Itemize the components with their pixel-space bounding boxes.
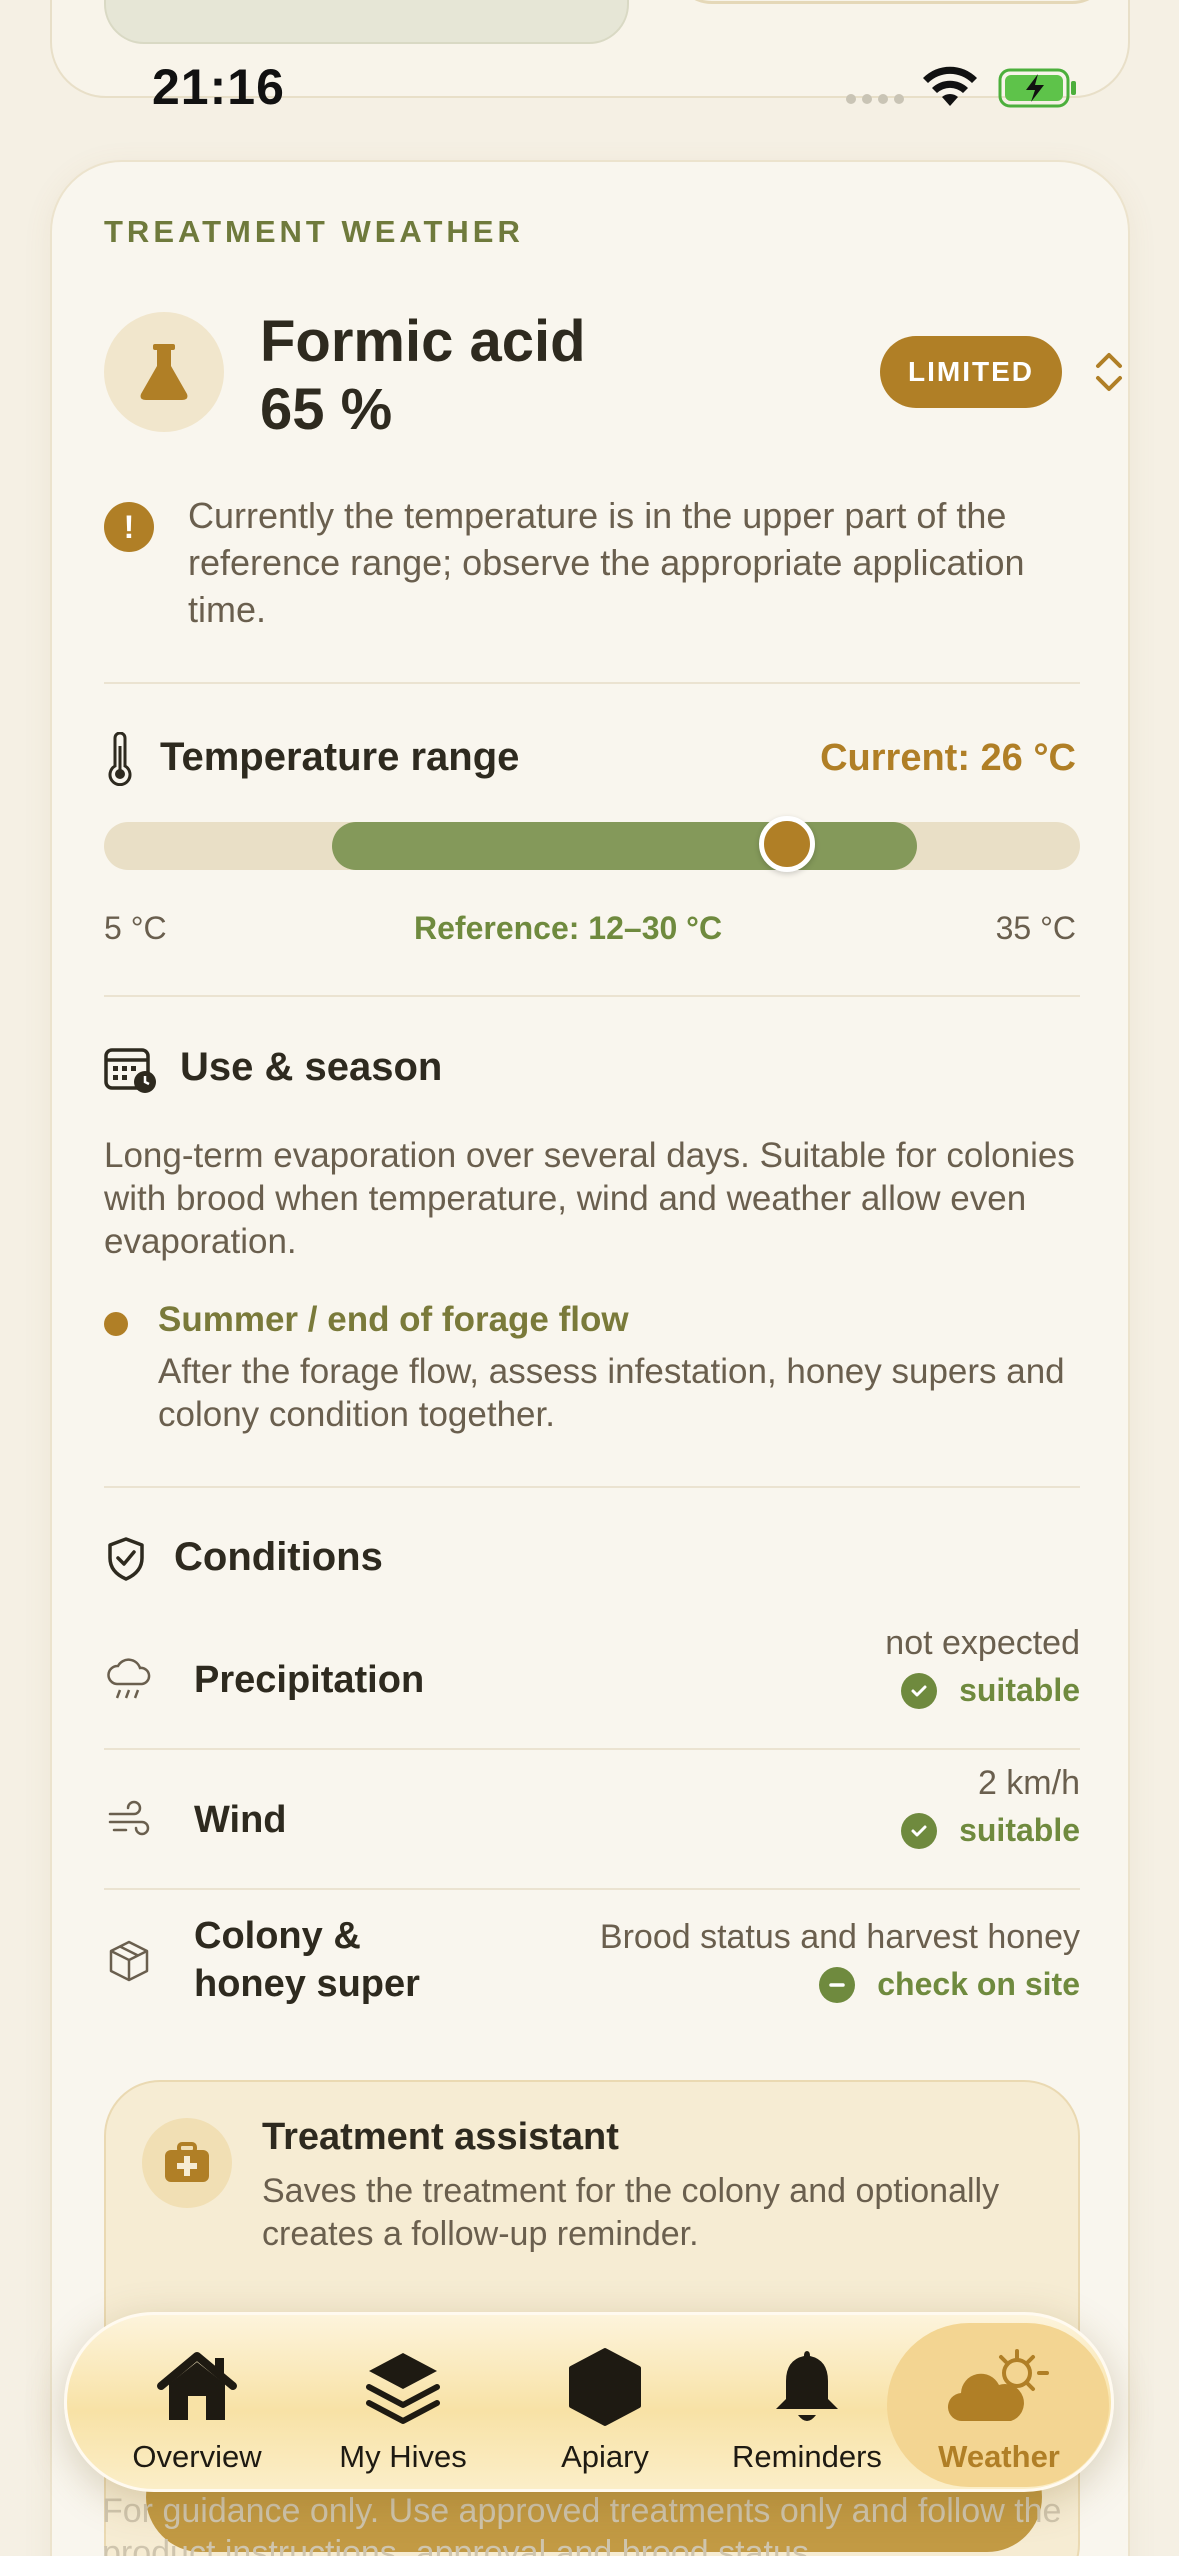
condition-row-precipitation: Precipitation not expected suitable <box>104 1610 1080 1750</box>
sun-cloud-icon <box>947 2337 1051 2437</box>
disclaimer-text: For guidance only. Use approved treatmen… <box>102 2492 1062 2556</box>
rain-cloud-icon <box>107 1658 151 1699</box>
tab-label: Overview <box>132 2439 262 2474</box>
condition-row-wind: Wind 2 km/h suitable <box>104 1750 1080 1890</box>
condition-status: suitable <box>901 1672 1080 1709</box>
previous-card-outline <box>672 0 1112 4</box>
condition-status-text: suitable <box>959 1672 1080 1708</box>
condition-row-colony: Colony & honey super Brood status and ha… <box>104 1890 1080 2030</box>
house-icon <box>155 2337 239 2437</box>
status-bar: 21:16 <box>0 40 1179 130</box>
divider <box>104 1486 1080 1488</box>
checkmark-icon <box>901 1672 938 1709</box>
minus-circle-icon <box>819 1966 856 2003</box>
condition-value: not expected <box>885 1624 1080 1662</box>
section-eyebrow: TREATMENT WEATHER <box>104 214 524 249</box>
first-aid-kit-icon <box>142 2118 232 2208</box>
wind-icon <box>108 1800 150 1836</box>
flask-icon <box>104 312 224 432</box>
condition-status: check on site <box>819 1966 1080 2003</box>
use-description: Long-term evaporation over several days.… <box>104 1136 1075 1261</box>
season-title: Summer / end of forage flow <box>158 1300 629 1339</box>
condition-label: Precipitation <box>194 1659 425 1701</box>
tab-label: Apiary <box>561 2439 649 2474</box>
tab-label: Weather <box>938 2439 1060 2474</box>
use-season-title: Use & season <box>180 1045 443 1089</box>
condition-status-text: check on site <box>877 1966 1080 2002</box>
status-time: 21:16 <box>152 59 285 115</box>
condition-label-line: honey super <box>194 1963 420 2005</box>
bell-icon <box>772 2337 842 2437</box>
current-temperature: Current: 26 °C <box>820 737 1076 779</box>
assistant-title: Treatment assistant <box>262 2116 619 2158</box>
scale-max-label: 35 °C <box>995 910 1076 946</box>
layers-icon <box>363 2337 443 2437</box>
treatment-weather-card: TREATMENT WEATHER Formic acid 65 % LIMIT… <box>50 160 1130 2556</box>
treatment-name: Formic acid <box>260 309 586 374</box>
checkmark-icon <box>901 1812 938 1849</box>
condition-status-text: suitable <box>959 1812 1080 1848</box>
divider <box>104 682 1080 684</box>
tab-reminders[interactable]: Reminders <box>707 2315 907 2495</box>
treatment-title: Formic acid 65 % <box>260 308 586 444</box>
condition-label: Wind <box>194 1799 287 1841</box>
temperature-range-track <box>104 816 1080 872</box>
current-temperature-marker <box>759 816 816 872</box>
thermometer-icon <box>108 732 132 786</box>
condition-status: suitable <box>901 1812 1080 1849</box>
divider <box>104 995 1080 997</box>
wifi-icon <box>923 66 977 106</box>
shield-check-icon <box>108 1537 144 1581</box>
condition-value: Brood status and harvest honey <box>599 1918 1080 1956</box>
hexagon-icon <box>568 2337 642 2437</box>
assistant-text: Saves the treatment for the colony and o… <box>262 2172 1000 2253</box>
previous-card-pill <box>104 0 629 44</box>
temperature-range-title: Temperature range <box>160 735 520 779</box>
tab-bar: Overview My Hives Apiary Reminders Weath… <box>64 2312 1114 2492</box>
tab-my-hives[interactable]: My Hives <box>313 2315 493 2495</box>
tab-weather[interactable]: Weather <box>909 2315 1089 2495</box>
season-bullet <box>104 1312 128 1336</box>
signal-dots-icon <box>846 94 904 104</box>
battery-icon <box>998 68 1076 108</box>
condition-label-line: Colony & <box>194 1915 361 1957</box>
calendar-clock-icon <box>104 1048 156 1093</box>
tab-overview[interactable]: Overview <box>107 2315 287 2495</box>
reference-range-label: Reference: 12–30 °C <box>414 910 723 946</box>
chevron-up-down-icon[interactable] <box>1094 350 1124 394</box>
scale-min-label: 5 °C <box>104 910 167 946</box>
tab-apiary[interactable]: Apiary <box>515 2315 695 2495</box>
condition-value: 2 km/h <box>977 1764 1080 1802</box>
season-text: After the forage flow, assess infestatio… <box>158 1352 1065 1434</box>
tab-label: My Hives <box>339 2439 467 2474</box>
reference-range-fill <box>331 822 918 870</box>
box-icon <box>109 1940 149 1982</box>
status-badge: LIMITED <box>880 336 1062 408</box>
warning-text: Currently the temperature is in the uppe… <box>188 495 1025 630</box>
conditions-title: Conditions <box>174 1535 383 1579</box>
treatment-concentration: 65 % <box>260 377 393 442</box>
exclamation-icon: ! <box>104 502 154 552</box>
treatment-header: Formic acid 65 % LIMITED <box>104 309 1122 452</box>
condition-label: Colony & honey super <box>194 1912 420 2008</box>
tab-label: Reminders <box>732 2439 882 2474</box>
